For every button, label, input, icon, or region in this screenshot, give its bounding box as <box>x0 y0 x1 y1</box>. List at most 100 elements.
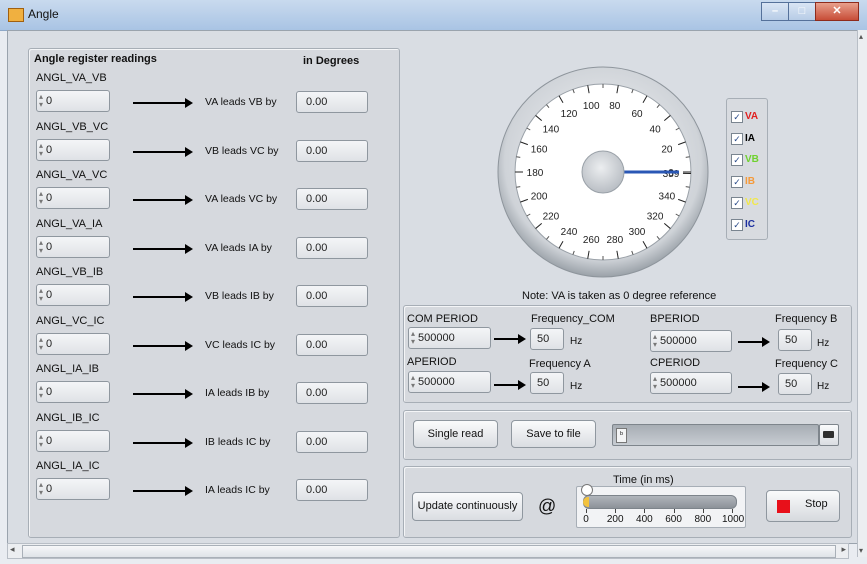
legend-label: VC <box>745 197 759 208</box>
legend-item[interactable]: ✓ VA <box>731 109 767 125</box>
angle-relation-label: VC leads IC by <box>205 338 276 351</box>
slider-tick <box>586 509 587 513</box>
legend-item[interactable]: ✓ VC <box>731 195 767 211</box>
save-to-file-button[interactable]: Save to file <box>511 420 596 448</box>
angle-register-label: ANGL_VA_VB <box>36 72 107 84</box>
angle-register-field[interactable]: ▴ ▾ 0 <box>36 429 110 452</box>
slider-tick <box>732 509 733 513</box>
angle-degree-field: 0.00 <box>296 188 368 210</box>
angle-arrow <box>133 98 193 108</box>
angle-relation-label: VB leads VC by <box>205 144 279 157</box>
gauge-tick-label: 120 <box>561 109 578 120</box>
angle-register-label: ANGL_IA_IB <box>36 363 99 375</box>
gauge-tick-label: 340 <box>659 191 676 202</box>
a-arrow <box>494 380 526 390</box>
cperiod-label: CPERIOD <box>650 357 701 369</box>
angle-register-field[interactable]: ▴ ▾ 0 <box>36 90 110 112</box>
at-symbol: @ <box>538 496 557 516</box>
legend-label: VA <box>745 111 759 122</box>
bperiod-field[interactable]: ▴ ▾ 500000 <box>650 330 732 352</box>
legend-checkbox[interactable]: ✓ <box>731 175 743 188</box>
angle-register-field[interactable]: ▴ ▾ 0 <box>36 284 110 306</box>
maximize-button[interactable]: □ <box>788 2 816 21</box>
c-arrow <box>738 382 770 392</box>
freq-c-unit: Hz <box>817 381 830 392</box>
angle-arrow <box>133 243 193 254</box>
time-label: Time (in ms) <box>613 474 674 486</box>
angle-relation-label: IA leads IC by <box>205 484 270 496</box>
angle-register-label: ANGL_VA_VC <box>36 169 108 181</box>
legend-checkbox[interactable]: ✓ <box>731 132 743 145</box>
slider-scale-label: 0 <box>583 514 589 525</box>
aperiod-field[interactable]: ▴ ▾ 500000 <box>408 371 491 393</box>
gauge-hub <box>581 150 625 194</box>
scroll-left-icon[interactable]: ◂ <box>10 544 15 555</box>
browse-folder-button[interactable] <box>819 424 839 446</box>
horizontal-scrollbar[interactable]: ◂ ▸ <box>7 543 849 559</box>
legend-label: IA <box>745 132 755 144</box>
slider-scale-label: 600 <box>665 514 682 525</box>
angle-degree-field: 0.00 <box>296 479 368 501</box>
angle-degree-field: 0.00 <box>296 382 368 404</box>
angle-gauge: 0204060801001201401601802002202402602803… <box>497 66 709 278</box>
legend-label: IB <box>745 175 755 187</box>
gauge-tick-label: 20 <box>661 145 673 156</box>
gauge-tick-label: 240 <box>561 227 578 238</box>
legend-item[interactable]: ✓ IA <box>731 131 767 147</box>
window-title: Angle <box>28 7 59 21</box>
legend-checkbox[interactable]: ✓ <box>731 111 743 123</box>
update-continuously-button[interactable]: Update continuously <box>412 492 523 521</box>
minimize-button[interactable]: – <box>761 2 789 21</box>
angle-register-field[interactable]: ▴ ▾ 0 <box>36 235 110 258</box>
cperiod-field[interactable]: ▴ ▾ 500000 <box>650 372 732 394</box>
single-read-button[interactable]: Single read <box>413 420 498 448</box>
angle-register-field[interactable]: ▴ ▾ 0 <box>36 381 110 403</box>
angle-register-field[interactable]: ▴ ▾ 0 <box>36 187 110 209</box>
gauge-tick-label: 60 <box>631 109 643 120</box>
scroll-down-icon[interactable]: ▾ <box>859 546 863 555</box>
freq-a-field: 50 <box>530 372 564 394</box>
legend-label: IC <box>745 218 755 230</box>
angle-arrow <box>133 340 193 351</box>
com-period-field[interactable]: ▴ ▾ 500000 <box>408 327 491 349</box>
slider-tick <box>673 509 675 513</box>
angle-register-field[interactable]: ▴ ▾ 0 <box>36 332 110 355</box>
scroll-right-icon[interactable]: ▸ <box>841 544 846 555</box>
gauge-minor-tick <box>685 156 690 158</box>
angle-degree-field: 0.00 <box>296 285 368 307</box>
angle-register-field[interactable]: ▴ ▾ 0 <box>36 478 110 500</box>
stop-button[interactable]: Stop <box>766 490 840 522</box>
angle-relation-label: VB leads IB by <box>205 290 274 302</box>
b-arrow <box>738 337 770 347</box>
slider-tick <box>644 509 646 513</box>
legend-checkbox[interactable]: ✓ <box>731 218 743 231</box>
angle-relation-label: VA leads VC by <box>205 193 278 205</box>
angle-degree-field: 0.00 <box>296 91 368 113</box>
gauge-tick-label: 40 <box>650 124 662 135</box>
angle-register-field[interactable]: ▴ ▾ 0 <box>36 138 110 161</box>
gauge-tick-label: 80 <box>609 101 621 112</box>
file-path-field[interactable]: ᵇ <box>612 424 819 446</box>
gauge-tick-label: 260 <box>583 235 600 246</box>
vertical-scrollbar[interactable]: ▴ ▾ <box>857 30 867 557</box>
time-slider-track[interactable] <box>583 495 737 509</box>
freq-com-field: 50 <box>530 328 564 350</box>
legend-checkbox[interactable]: ✓ <box>731 154 743 166</box>
close-button[interactable]: ✕ <box>815 2 859 21</box>
gauge-tick-label: 100 <box>583 101 600 112</box>
legend-checkbox[interactable]: ✓ <box>731 197 743 209</box>
freq-b-label: Frequency B <box>775 313 838 325</box>
gauge-minor-tick <box>516 156 521 158</box>
time-slider-thumb[interactable] <box>581 484 593 496</box>
angle-degree-field: 0.00 <box>296 139 368 162</box>
legend-item[interactable]: ✓ IB <box>731 174 767 190</box>
horizontal-scroll-thumb[interactable] <box>22 545 836 558</box>
angle-arrow <box>133 292 193 302</box>
gauge-tick-label: 180 <box>527 168 544 179</box>
legend-item[interactable]: ✓ IC <box>731 217 767 233</box>
angle-register-label: ANGL_VA_IA <box>36 217 103 230</box>
gauge-tick-label: 160 <box>531 145 548 156</box>
bperiod-label: BPERIOD <box>650 313 700 325</box>
legend-item[interactable]: ✓ VB <box>731 152 767 168</box>
scroll-up-icon[interactable]: ▴ <box>859 32 863 41</box>
